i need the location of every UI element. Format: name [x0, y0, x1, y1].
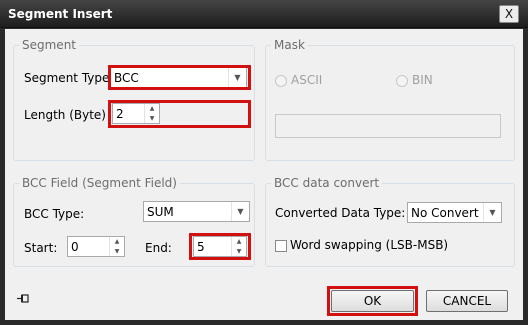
segment-legend: Segment	[22, 38, 76, 52]
ok-highlight	[327, 286, 418, 316]
chevron-down-icon[interactable]: ▼	[231, 202, 249, 221]
word-swap-checkbox[interactable]	[275, 240, 287, 252]
mask-group: Mask	[265, 38, 515, 161]
start-label: Start:	[24, 241, 58, 255]
end-label: End:	[145, 241, 172, 255]
bcc-type-value: SUM	[147, 205, 174, 219]
spin-up-icon[interactable]: ▲	[110, 237, 124, 247]
start-value: 0	[71, 240, 79, 254]
cancel-button[interactable]: CANCEL	[426, 290, 508, 312]
start-stepper[interactable]: 0 ▲ ▼	[67, 236, 125, 257]
pin-icon[interactable]	[16, 291, 32, 307]
start-spin-buttons: ▲ ▼	[109, 237, 124, 256]
length-highlight	[108, 100, 251, 128]
segment-insert-dialog: Segment Insert X Segment Segment Type BC…	[0, 0, 528, 325]
ascii-radio[interactable]	[275, 75, 287, 87]
bcc-type-select[interactable]: SUM ▼	[143, 201, 250, 222]
close-button[interactable]: X	[499, 5, 519, 23]
close-icon: X	[504, 7, 514, 21]
bcc-convert-legend: BCC data convert	[274, 176, 380, 190]
segment-type-highlight	[108, 65, 251, 90]
dialog-client-area: Segment Segment Type BCC ▼ Length (Byte)…	[5, 29, 523, 320]
bcc-field-legend: BCC Field (Segment Field)	[22, 176, 177, 190]
bin-label: BIN	[412, 73, 433, 87]
spin-down-icon[interactable]: ▼	[110, 247, 124, 257]
converted-type-value: No Convert	[411, 206, 479, 220]
converted-type-label: Converted Data Type:	[275, 206, 406, 220]
title-bar[interactable]: Segment Insert X	[0, 0, 528, 28]
mask-value-field[interactable]	[275, 114, 501, 138]
converted-type-select[interactable]: No Convert ▼	[407, 202, 502, 223]
mask-legend: Mask	[274, 38, 305, 52]
word-swap-label: Word swapping (LSB-MSB)	[290, 238, 449, 252]
segment-type-label: Segment Type	[24, 71, 110, 85]
bin-radio[interactable]	[396, 75, 408, 87]
length-label: Length (Byte)	[24, 108, 106, 122]
window-title: Segment Insert	[8, 7, 113, 21]
end-highlight	[189, 233, 251, 260]
chevron-down-icon[interactable]: ▼	[483, 203, 501, 222]
ascii-label: ASCII	[291, 73, 323, 87]
bcc-type-label: BCC Type:	[24, 207, 85, 221]
